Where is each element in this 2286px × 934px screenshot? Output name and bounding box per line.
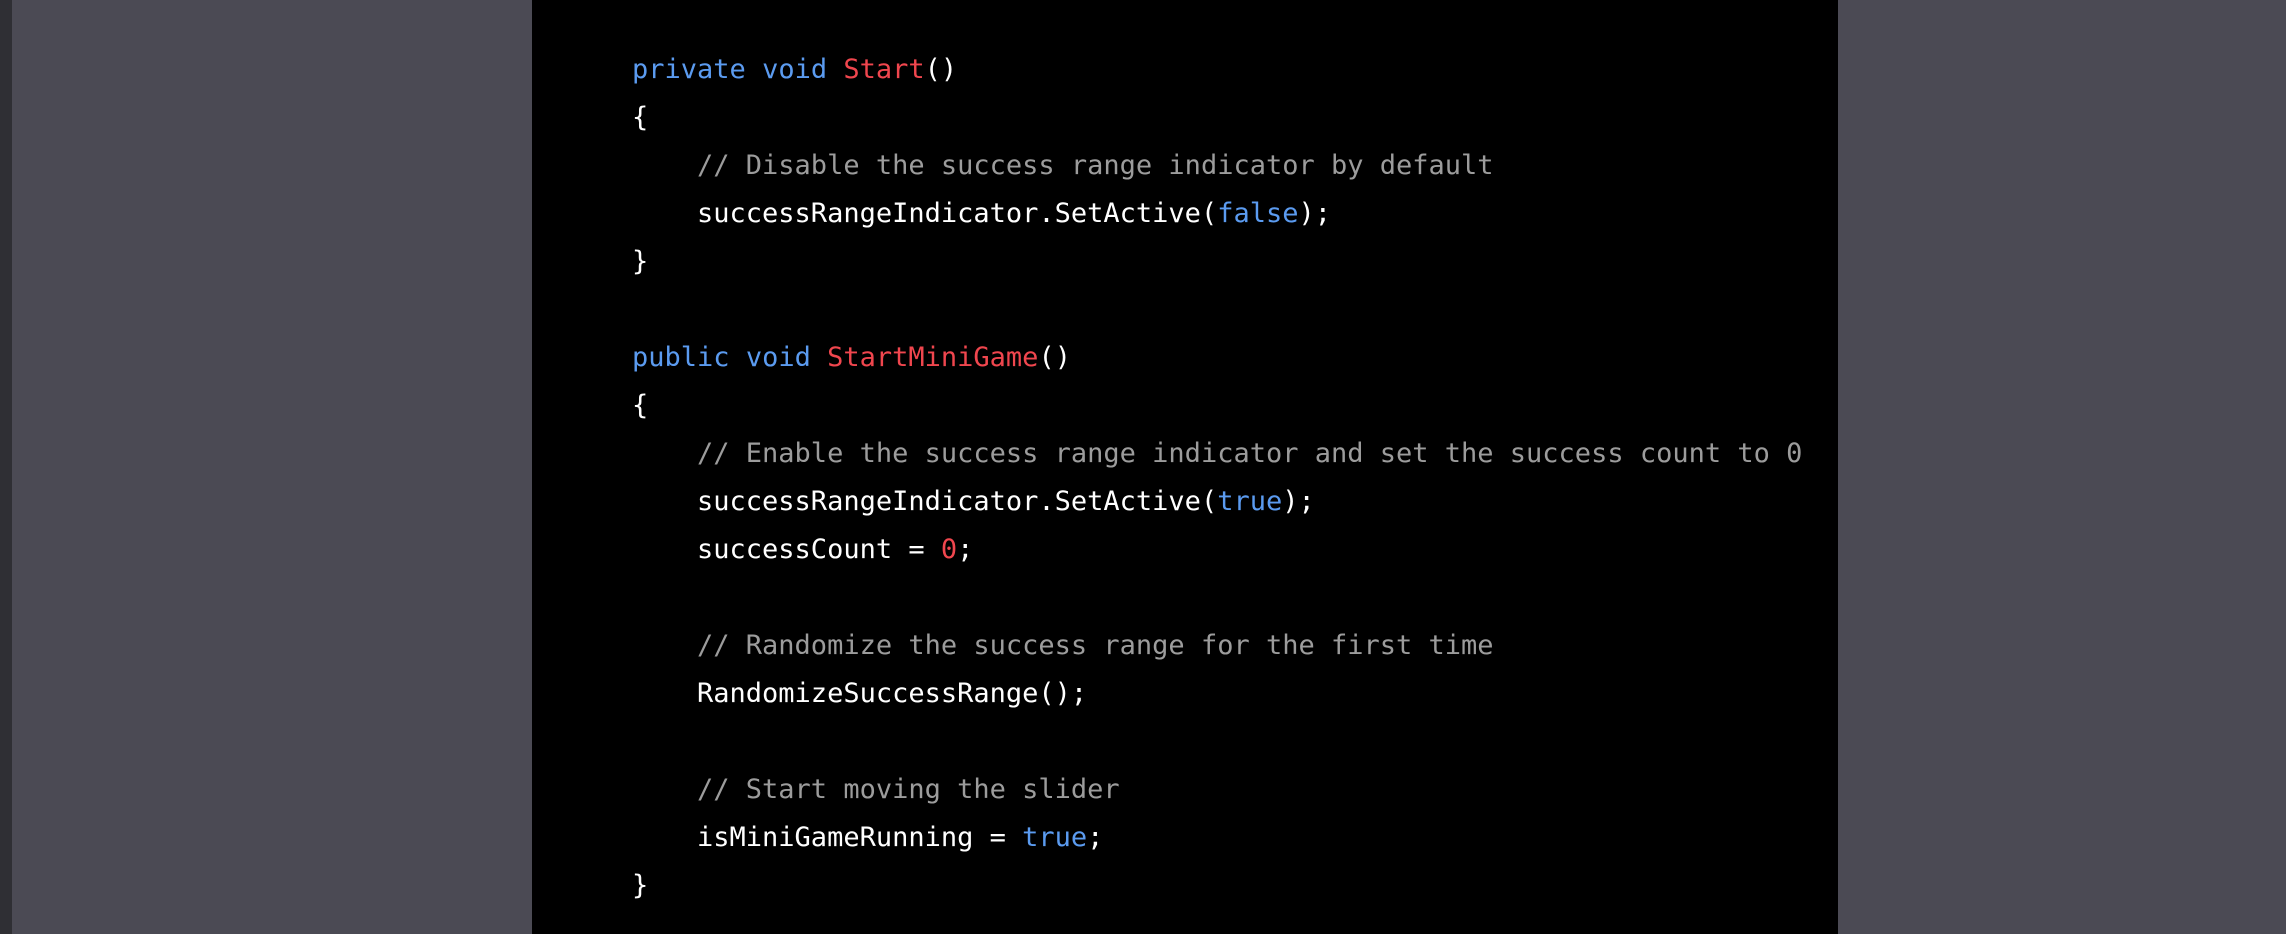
code-text: ; (1087, 822, 1104, 853)
code-comment: // Disable the success range indicator b… (632, 150, 1494, 181)
code-line: // Enable the success range indicator an… (632, 430, 1832, 478)
code-line: successRangeIndicator.SetActive(false); (632, 190, 1832, 238)
code-keyword: false (1217, 198, 1299, 229)
code-text: successRangeIndicator.SetActive( (632, 198, 1218, 229)
code-text: isMiniGameRunning = (632, 822, 1023, 853)
code-function-name: Start (843, 54, 925, 85)
code-text: RandomizeSuccessRange(); (632, 678, 1088, 709)
code-line: public void StartMiniGame() (632, 334, 1832, 382)
code-text: () (1038, 342, 1071, 373)
code-number: 0 (940, 534, 958, 565)
code-text: successRangeIndicator.SetActive( (632, 486, 1218, 517)
code-text: } (632, 870, 649, 901)
code-comment: // Enable the success range indicator an… (632, 438, 1803, 469)
window-left-edge (0, 0, 12, 934)
code-text: successCount = (632, 534, 941, 565)
code-line: // Randomize the success range for the f… (632, 622, 1832, 670)
code-text: ; (957, 534, 974, 565)
code-keyword: public (632, 342, 730, 373)
code-text: ); (1298, 198, 1331, 229)
code-comment: // Randomize the success range for the f… (632, 630, 1494, 661)
code-line: } (632, 862, 1832, 910)
code-keyword: true (1217, 486, 1283, 517)
code-line: RandomizeSuccessRange(); (632, 670, 1832, 718)
code-line: isMiniGameRunning = true; (632, 814, 1832, 862)
code-lines: private void Start(){ // Disable the suc… (632, 46, 1832, 910)
code-line: { (632, 382, 1832, 430)
code-line: // Disable the success range indicator b… (632, 142, 1832, 190)
code-block: private void Start(){ // Disable the suc… (532, 0, 1838, 934)
code-text: { (632, 102, 649, 133)
code-line: successRangeIndicator.SetActive(true); (632, 478, 1832, 526)
code-keyword: true (1022, 822, 1088, 853)
code-text: } (632, 246, 649, 277)
code-line: private void Start() (632, 46, 1832, 94)
code-line: successCount = 0; (632, 526, 1832, 574)
code-text: () (924, 54, 958, 85)
code-keyword: void (762, 54, 828, 85)
code-comment: // Start moving the slider (632, 774, 1120, 805)
code-text: { (632, 390, 649, 421)
code-line: // Start moving the slider (632, 766, 1832, 814)
code-keyword: private (632, 54, 746, 85)
code-keyword: void (745, 342, 811, 373)
code-text: ); (1282, 486, 1315, 517)
code-line: { (632, 94, 1832, 142)
code-line: } (632, 238, 1832, 286)
code-function-name: StartMiniGame (827, 342, 1039, 373)
